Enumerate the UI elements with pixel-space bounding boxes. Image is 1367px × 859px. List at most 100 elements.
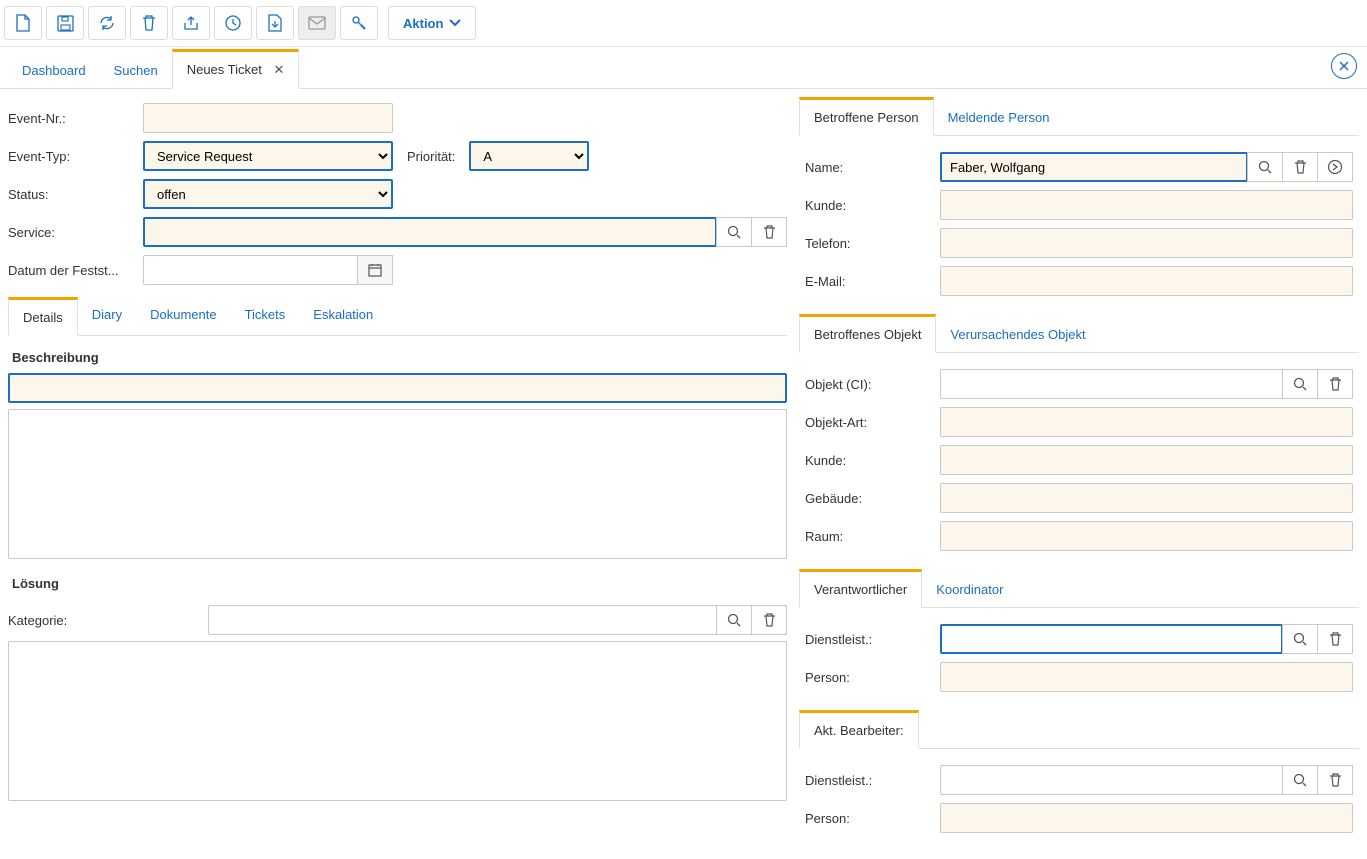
- trash-icon: [1294, 160, 1307, 175]
- aktion-menu-button[interactable]: Aktion: [388, 6, 476, 40]
- ptab-verursachendes-objekt[interactable]: Verursachendes Objekt: [936, 317, 1099, 352]
- subtab-details[interactable]: Details: [8, 297, 78, 336]
- new-button[interactable]: [4, 6, 42, 40]
- panel-objekt: Betroffenes Objekt Verursachendes Objekt…: [799, 314, 1359, 563]
- details-tabs: Details Diary Dokumente Tickets Eskalati…: [8, 297, 787, 336]
- person-name-goto-button[interactable]: [1317, 152, 1353, 182]
- service-field[interactable]: [143, 217, 717, 247]
- subtab-eskalation[interactable]: Eskalation: [299, 297, 387, 335]
- export-button[interactable]: [172, 6, 210, 40]
- kategorie-search-button[interactable]: [716, 605, 752, 635]
- key-icon: [350, 14, 368, 32]
- person-name-search-button[interactable]: [1247, 152, 1283, 182]
- verantw-dienstleist-field[interactable]: [940, 624, 1283, 654]
- calendar-icon: [368, 263, 382, 277]
- subtab-tickets[interactable]: Tickets: [231, 297, 300, 335]
- panel-bearbeiter: Akt. Bearbeiter: Dienstleist.:: [799, 710, 1359, 845]
- beschreibung-body-field[interactable]: [8, 409, 787, 559]
- loesung-title: Lösung: [8, 562, 787, 599]
- delete-button[interactable]: [130, 6, 168, 40]
- trash-icon: [1329, 773, 1342, 788]
- event-nr-label: Event-Nr.:: [8, 111, 143, 126]
- search-icon: [1293, 773, 1307, 787]
- verantw-dienstleist-search-button[interactable]: [1282, 624, 1318, 654]
- person-email-field[interactable]: [940, 266, 1353, 296]
- verantw-dienstleist-clear-button[interactable]: [1317, 624, 1353, 654]
- loesung-body-field[interactable]: [8, 641, 787, 801]
- objekt-art-field[interactable]: [940, 407, 1353, 437]
- refresh-button[interactable]: [88, 6, 126, 40]
- beschreibung-title: Beschreibung: [8, 336, 787, 373]
- close-icon[interactable]: ✕: [273, 62, 284, 77]
- verantw-person-field[interactable]: [940, 662, 1353, 692]
- search-icon: [1293, 632, 1307, 646]
- save-icon: [57, 15, 74, 32]
- clock-icon: [224, 14, 242, 32]
- close-circle-icon: [1338, 60, 1350, 72]
- service-clear-button[interactable]: [751, 217, 787, 247]
- event-typ-select[interactable]: Service Request: [143, 141, 393, 171]
- bearb-dienstleist-search-button[interactable]: [1282, 765, 1318, 795]
- ptab-verantwortlicher[interactable]: Verantwortlicher: [799, 569, 922, 608]
- main-tabs: Dashboard Suchen Neues Ticket ✕: [0, 47, 1367, 89]
- tab-suchen[interactable]: Suchen: [100, 53, 172, 88]
- objekt-kunde-field[interactable]: [940, 445, 1353, 475]
- bearb-dienstleist-field[interactable]: [940, 765, 1283, 795]
- verantw-dienstleist-label: Dienstleist.:: [805, 632, 940, 647]
- event-nr-field[interactable]: [143, 103, 393, 133]
- subtab-diary[interactable]: Diary: [78, 297, 136, 335]
- pdf-button[interactable]: [256, 6, 294, 40]
- objekt-ci-clear-button[interactable]: [1317, 369, 1353, 399]
- permissions-button[interactable]: [340, 6, 378, 40]
- datum-picker-button[interactable]: [357, 255, 393, 285]
- tab-dashboard[interactable]: Dashboard: [8, 53, 100, 88]
- objekt-kunde-label: Kunde:: [805, 453, 940, 468]
- person-email-label: E-Mail:: [805, 274, 940, 289]
- refresh-icon: [98, 14, 116, 32]
- save-button[interactable]: [46, 6, 84, 40]
- kategorie-clear-button[interactable]: [751, 605, 787, 635]
- ptab-betroffenes-objekt[interactable]: Betroffenes Objekt: [799, 314, 936, 353]
- panel-verantwortlicher: Verantwortlicher Koordinator Dienstleist…: [799, 569, 1359, 704]
- datum-field[interactable]: [143, 255, 358, 285]
- tab-label: Neues Ticket: [187, 62, 262, 77]
- person-name-field[interactable]: [940, 152, 1248, 182]
- person-telefon-label: Telefon:: [805, 236, 940, 251]
- trash-icon: [1329, 377, 1342, 392]
- objekt-ci-field[interactable]: [940, 369, 1283, 399]
- event-typ-label: Event-Typ:: [8, 149, 143, 164]
- ptab-koordinator[interactable]: Koordinator: [922, 572, 1017, 607]
- service-search-button[interactable]: [716, 217, 752, 247]
- ptab-meldende-person[interactable]: Meldende Person: [934, 100, 1064, 135]
- search-icon: [1258, 160, 1272, 174]
- history-button[interactable]: [214, 6, 252, 40]
- beschreibung-subject-field[interactable]: [8, 373, 787, 403]
- objekt-ci-search-button[interactable]: [1282, 369, 1318, 399]
- prioritaet-select[interactable]: A: [469, 141, 589, 171]
- objekt-gebaeude-field[interactable]: [940, 483, 1353, 513]
- bearb-dienstleist-label: Dienstleist.:: [805, 773, 940, 788]
- ptab-betroffene-person[interactable]: Betroffene Person: [799, 97, 934, 136]
- subtab-dokumente[interactable]: Dokumente: [136, 297, 230, 335]
- verantw-person-label: Person:: [805, 670, 940, 685]
- bearb-dienstleist-clear-button[interactable]: [1317, 765, 1353, 795]
- person-name-clear-button[interactable]: [1282, 152, 1318, 182]
- person-kunde-label: Kunde:: [805, 198, 940, 213]
- tab-neues-ticket[interactable]: Neues Ticket ✕: [172, 49, 300, 89]
- mail-button: [298, 6, 336, 40]
- person-telefon-field[interactable]: [940, 228, 1353, 258]
- status-select[interactable]: offen: [143, 179, 393, 209]
- export-icon: [182, 14, 200, 32]
- objekt-raum-label: Raum:: [805, 529, 940, 544]
- kategorie-field[interactable]: [208, 605, 717, 635]
- search-icon: [1293, 377, 1307, 391]
- content: Event-Nr.: Event-Typ: Service Request Pr…: [0, 89, 1367, 859]
- person-name-label: Name:: [805, 160, 940, 175]
- objekt-gebaeude-label: Gebäude:: [805, 491, 940, 506]
- bearb-person-field[interactable]: [940, 803, 1353, 833]
- person-kunde-field[interactable]: [940, 190, 1353, 220]
- service-label: Service:: [8, 225, 143, 240]
- objekt-raum-field[interactable]: [940, 521, 1353, 551]
- close-all-tabs-button[interactable]: [1331, 53, 1357, 79]
- mail-icon: [308, 16, 326, 30]
